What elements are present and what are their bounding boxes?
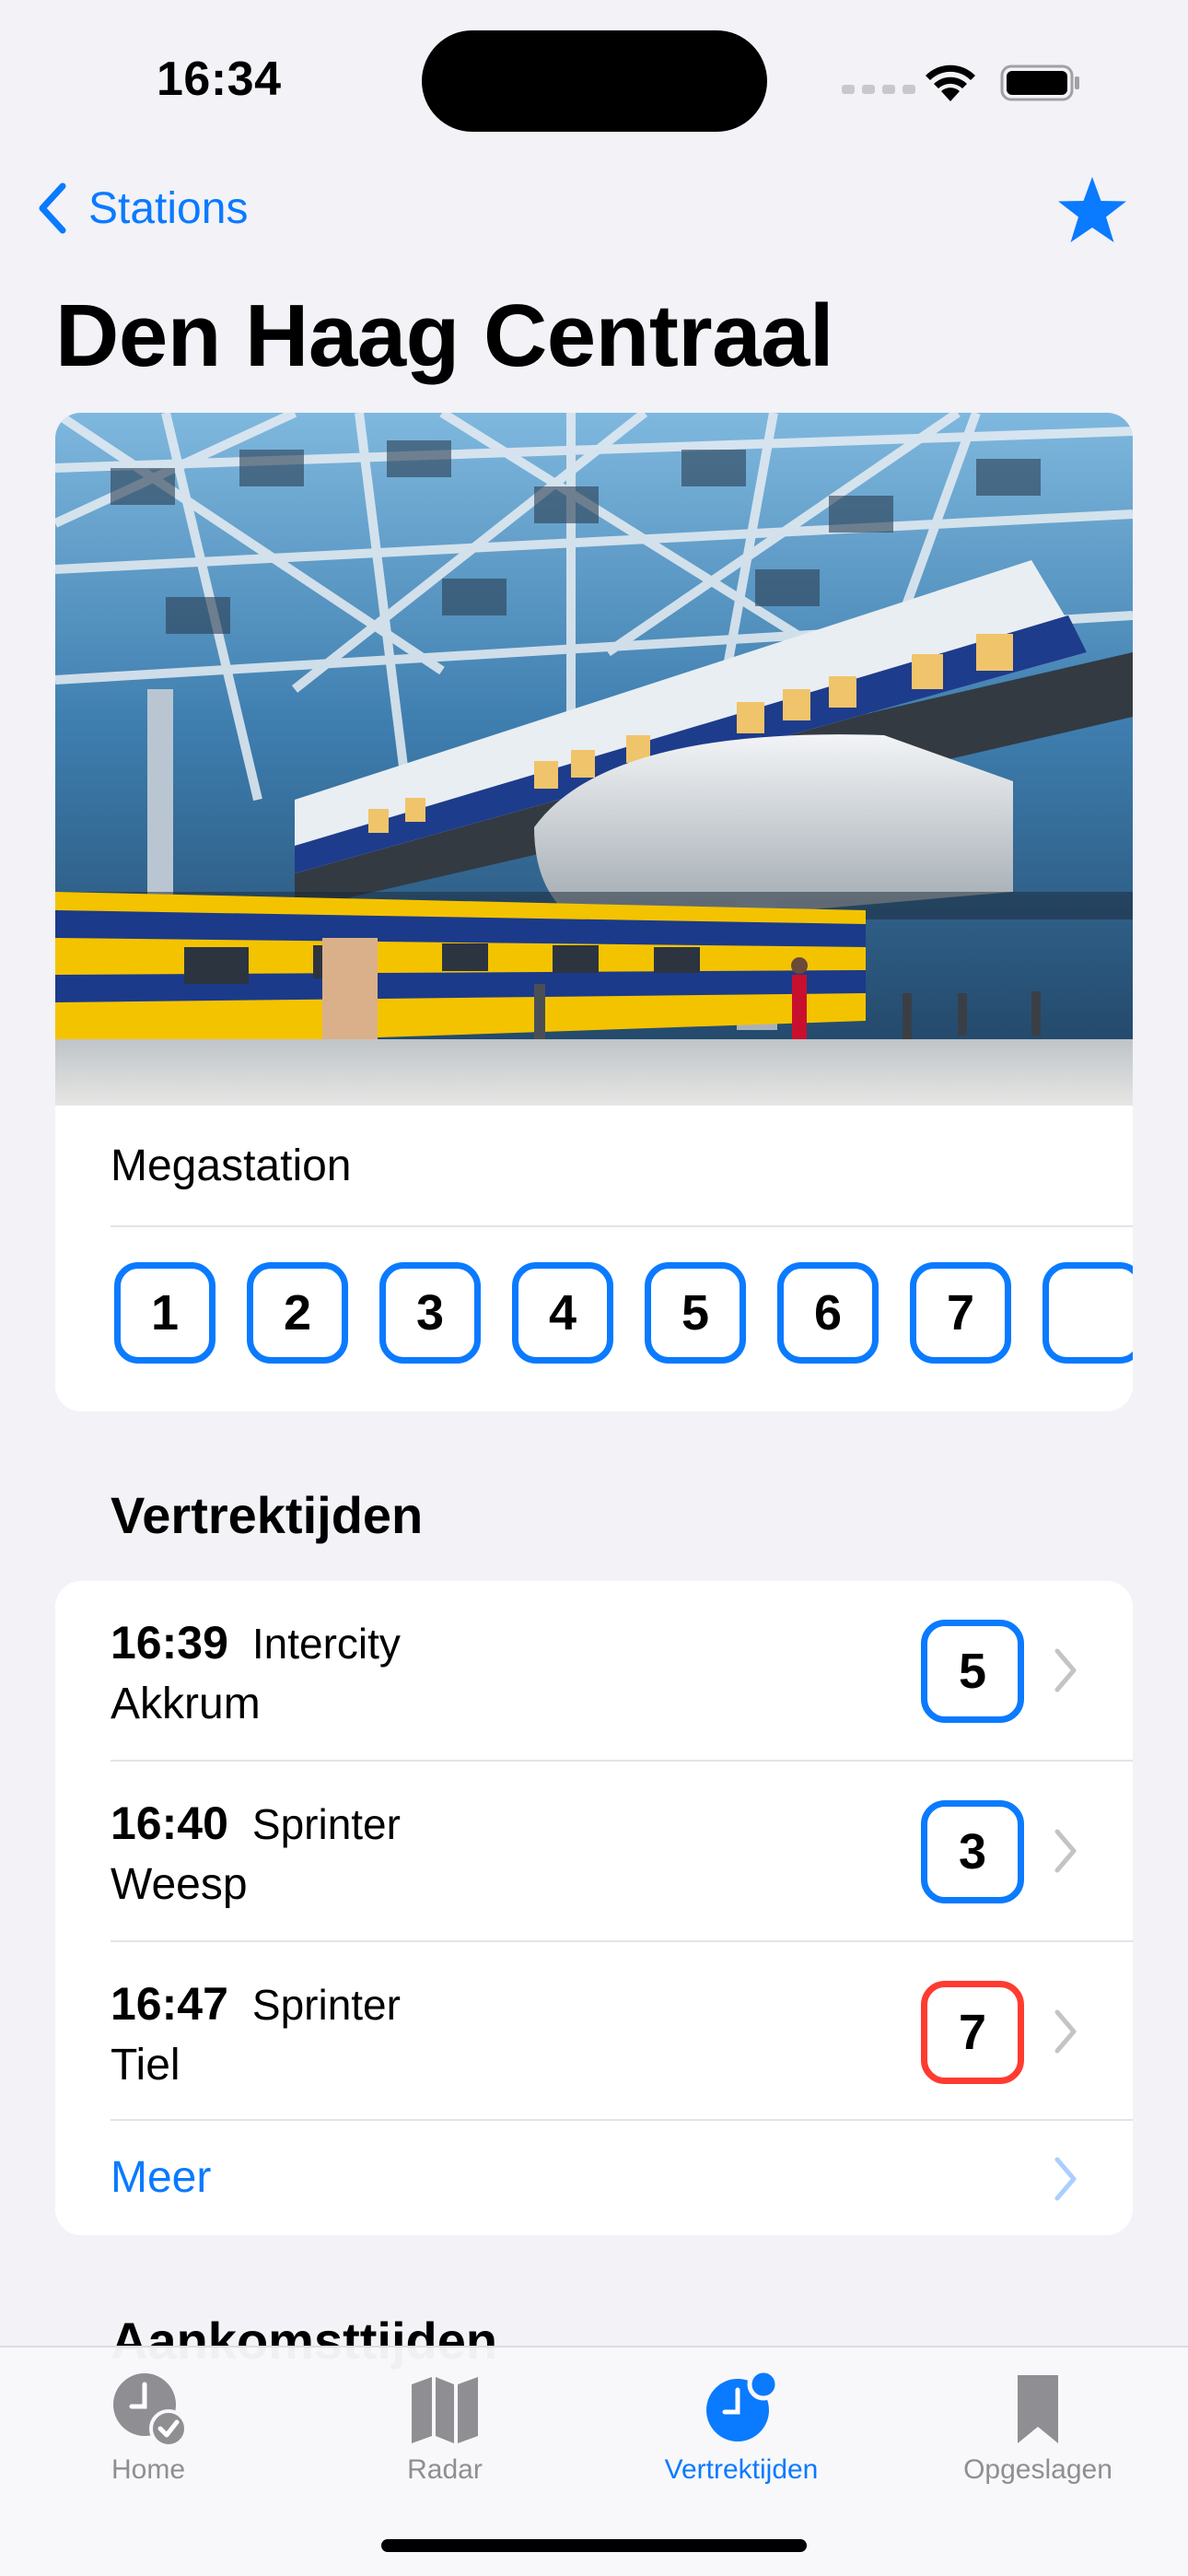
- tab-label: Radar: [407, 2454, 483, 2485]
- chevron-right-icon: [1054, 2157, 1077, 2201]
- favorite-star-icon[interactable]: [1055, 175, 1129, 245]
- home-indicator: [381, 2539, 807, 2552]
- station-type-label: Megastation: [111, 1142, 352, 1190]
- platform-chip[interactable]: 3: [379, 1262, 481, 1364]
- destination: Tiel: [111, 2041, 181, 2090]
- status-bar: 16:34: [0, 0, 1188, 147]
- destination: Akkrum: [111, 1680, 261, 1728]
- platform-chip[interactable]: 2: [247, 1262, 348, 1364]
- platform-chip[interactable]: 7: [910, 1262, 1011, 1364]
- departure-time: 16:47: [111, 1978, 228, 2030]
- chevron-right-icon: [1054, 1829, 1077, 1873]
- platform-chip[interactable]: 6: [777, 1262, 879, 1364]
- dynamic-island: [422, 30, 767, 132]
- bookmark-icon: [1018, 2375, 1058, 2443]
- platform-chip[interactable]: 4: [512, 1262, 613, 1364]
- platform-badge-changed: 7: [921, 1981, 1024, 2084]
- clock-badge-icon: [706, 2370, 780, 2441]
- chevron-left-icon: [39, 182, 66, 234]
- departure-time: 16:40: [111, 1797, 228, 1849]
- platform-chip[interactable]: 5: [645, 1262, 746, 1364]
- more-label: Meer: [111, 2153, 212, 2202]
- platform-chip[interactable]: 1: [114, 1262, 215, 1364]
- platform-badge: 5: [921, 1620, 1024, 1723]
- train-type: Intercity: [251, 1620, 401, 1668]
- tab-label: Vertrektijden: [664, 2454, 819, 2485]
- station-card: Megastation 1 2 3 4 5 6 7: [55, 413, 1133, 1411]
- battery-icon: [1000, 64, 1079, 101]
- cellular-signal-icon: [842, 85, 915, 94]
- departures-header: Vertrektijden: [111, 1486, 424, 1544]
- divider: [111, 1225, 1133, 1227]
- station-photo: [55, 413, 1133, 1106]
- platform-badge: 3: [921, 1800, 1024, 1903]
- tab-home[interactable]: Home: [0, 2370, 297, 2499]
- train-type: Sprinter: [251, 1800, 401, 1848]
- tab-opgeslagen[interactable]: Opgeslagen: [890, 2370, 1186, 2499]
- train-type: Sprinter: [251, 1981, 401, 2029]
- tab-vertrektijden[interactable]: Vertrektijden: [593, 2370, 890, 2499]
- chevron-right-icon: [1054, 1648, 1077, 1692]
- wifi-icon: [926, 64, 975, 101]
- chevron-right-icon: [1054, 2009, 1077, 2054]
- departure-row[interactable]: 16:40 Sprinter Weesp 3: [55, 1762, 1133, 1940]
- tab-label: Home: [111, 2454, 186, 2485]
- departure-time: 16:39: [111, 1617, 228, 1669]
- departure-row[interactable]: 16:39 Intercity Akkrum 5: [55, 1581, 1133, 1760]
- map-icon: [412, 2377, 478, 2443]
- page-title: Den Haag Centraal: [55, 287, 834, 385]
- back-button[interactable]: Stations: [33, 181, 248, 236]
- more-departures-button[interactable]: Meer: [55, 2119, 1133, 2235]
- back-button-label: Stations: [88, 183, 249, 233]
- tab-radar[interactable]: Radar: [297, 2370, 593, 2499]
- departure-row[interactable]: 16:47 Sprinter Tiel 7: [55, 1942, 1133, 2121]
- destination: Weesp: [111, 1860, 248, 1909]
- navigation-bar: Stations: [0, 175, 1188, 242]
- platform-list[interactable]: 1 2 3 4 5 6 7: [114, 1262, 1133, 1367]
- tab-label: Opgeslagen: [963, 2454, 1112, 2485]
- status-time: 16:34: [157, 53, 282, 106]
- departures-list: 16:39 Intercity Akkrum 5 16:40 Sprinter …: [55, 1581, 1133, 2235]
- clock-check-icon: [113, 2373, 187, 2447]
- platform-chip-partial[interactable]: [1042, 1262, 1133, 1364]
